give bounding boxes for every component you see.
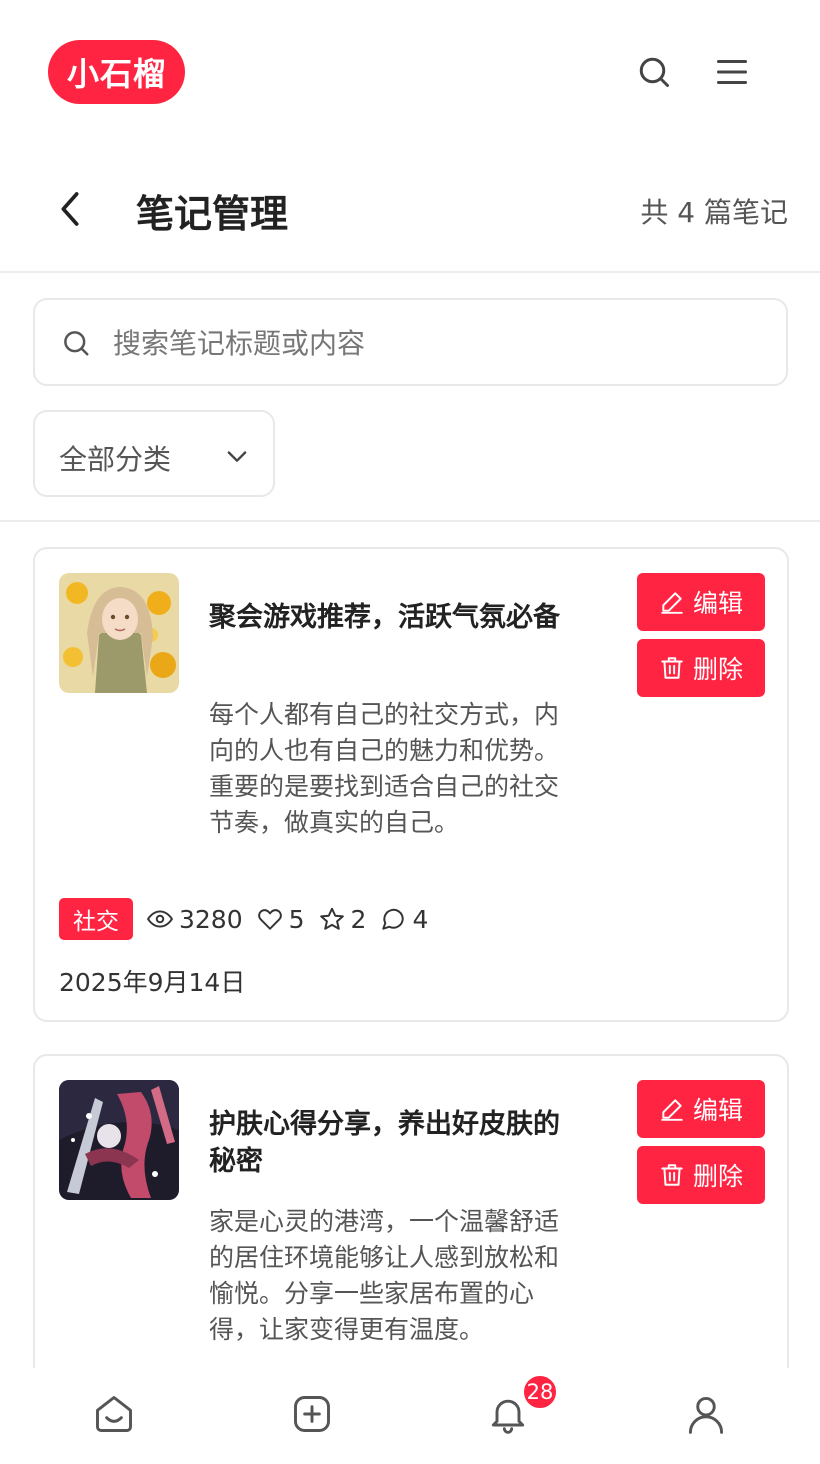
eye-icon xyxy=(147,910,173,928)
search-icon xyxy=(64,331,89,356)
tab-publish[interactable] xyxy=(288,1390,336,1438)
delete-button[interactable]: 删除 xyxy=(637,1146,765,1204)
tab-profile[interactable] xyxy=(682,1390,730,1438)
notification-badge: 28 xyxy=(522,1374,558,1410)
bottom-tab-bar xyxy=(0,1368,820,1464)
home-icon xyxy=(96,1396,132,1432)
comments-count: 4 xyxy=(412,904,429,934)
chevron-left-icon xyxy=(61,192,79,226)
note-card: 护肤心得分享，养出好皮肤的秘密 家是心灵的港湾，一个温馨舒适的居住环境能够让人感… xyxy=(33,1054,789,1394)
comments-stat: 4 xyxy=(380,905,428,934)
divider xyxy=(0,520,820,522)
search-input[interactable] xyxy=(113,318,753,368)
brand-logo[interactable]: 小石榴 xyxy=(48,40,185,104)
likes-stat: 5 xyxy=(257,905,305,934)
tab-home[interactable] xyxy=(90,1390,138,1438)
delete-button-label: 删除 xyxy=(692,1163,743,1191)
trash-icon xyxy=(661,1164,683,1186)
note-stats: 社交 3280 5 2 4 xyxy=(59,898,428,940)
edit-button[interactable]: 编辑 xyxy=(637,573,765,631)
note-thumbnail[interactable] xyxy=(59,573,179,693)
note-excerpt: 每个人都有自己的社交方式，内向的人也有自己的魅力和优势。重要的是要找到适合自己的… xyxy=(209,700,560,837)
edit-icon xyxy=(661,592,683,614)
delete-button-label: 删除 xyxy=(692,656,743,684)
note-title[interactable]: 护肤心得分享，养出好皮肤的秘密 xyxy=(209,1106,569,1180)
category-tag[interactable]: 社交 xyxy=(59,898,133,940)
menu-icon[interactable] xyxy=(712,52,752,92)
chevron-down-icon xyxy=(227,451,247,462)
comment-icon xyxy=(382,908,405,930)
trash-icon xyxy=(661,657,683,679)
category-select[interactable]: 全部分类 xyxy=(33,410,275,497)
plus-square-icon xyxy=(294,1396,330,1432)
back-button[interactable] xyxy=(50,185,90,233)
likes-count: 5 xyxy=(288,904,305,934)
heart-icon xyxy=(257,909,282,930)
note-count: 共 4 篇笔记 xyxy=(640,196,788,229)
star-icon xyxy=(319,907,344,930)
top-bar: 小石榴 xyxy=(0,0,820,145)
page-header: 笔记管理 共 4 篇笔记 xyxy=(0,145,820,273)
note-excerpt: 家是心灵的港湾，一个温馨舒适的居住环境能够让人感到放松和愉悦。分享一些家居布置的… xyxy=(209,1207,560,1344)
search-icon[interactable] xyxy=(634,52,674,92)
note-date: 2025年9月14日 xyxy=(59,968,246,997)
views-count: 3280 xyxy=(179,904,243,934)
note-thumbnail[interactable] xyxy=(59,1080,179,1200)
favorites-stat: 2 xyxy=(319,904,367,934)
page-title: 笔记管理 xyxy=(136,192,289,236)
edit-icon xyxy=(661,1099,683,1121)
edit-button[interactable]: 编辑 xyxy=(637,1080,765,1138)
category-selected-value: 全部分类 xyxy=(59,443,172,476)
favorites-count: 2 xyxy=(350,904,367,934)
delete-button[interactable]: 删除 xyxy=(637,639,765,697)
edit-button-label: 编辑 xyxy=(692,1097,743,1125)
user-icon xyxy=(688,1396,724,1434)
views-stat: 3280 xyxy=(147,905,243,934)
note-title[interactable]: 聚会游戏推荐，活跃气氛必备 xyxy=(209,599,569,636)
search-bar xyxy=(33,298,788,386)
edit-button-label: 编辑 xyxy=(692,590,743,618)
note-card: 聚会游戏推荐，活跃气氛必备 每个人都有自己的社交方式，内向的人也有自己的魅力和优… xyxy=(33,547,789,1022)
